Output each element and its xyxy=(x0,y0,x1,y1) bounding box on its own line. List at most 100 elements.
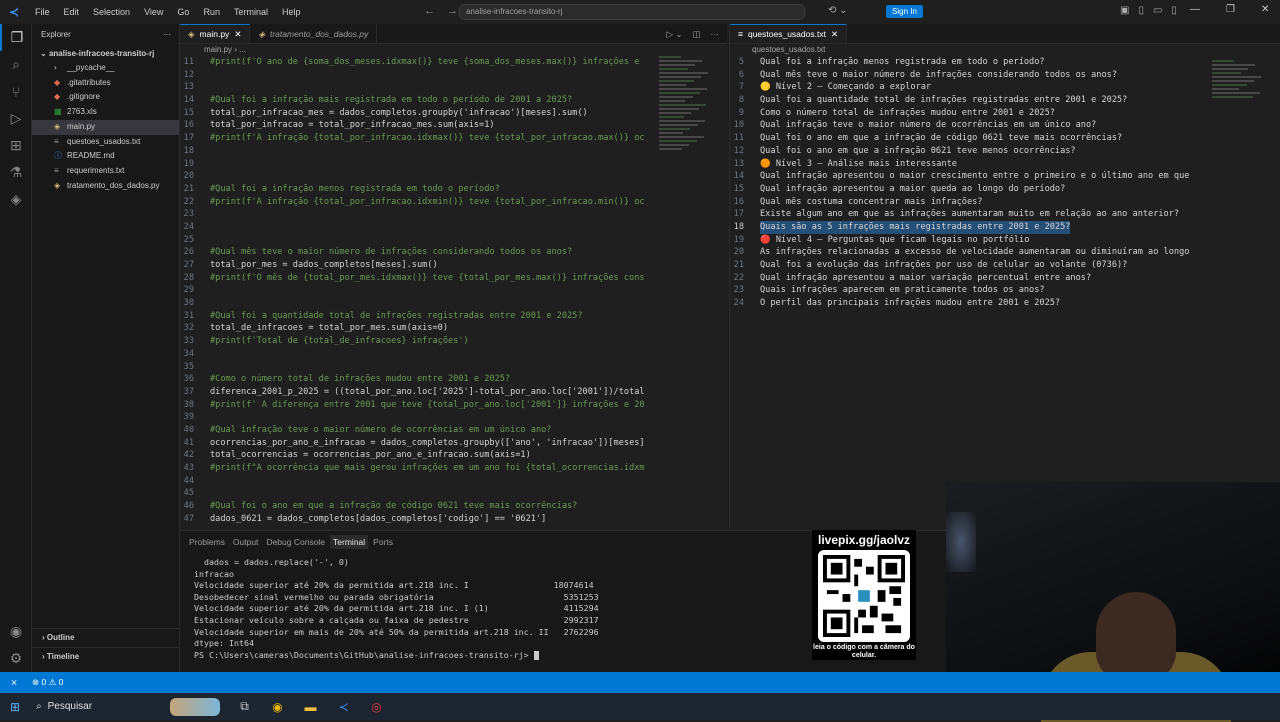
code-line[interactable]: 40 #Qual infração teve o maior número de … xyxy=(180,424,727,437)
text-line[interactable]: 13 🟠 Nível 3 — Análise mais interessante xyxy=(730,158,1280,171)
code-line[interactable]: 42 total_ocorrencias = ocorrencias_por_an… xyxy=(180,449,727,462)
tab-questoes-usados-txt[interactable]: ≡ questoes_usados.txt ✕ xyxy=(730,24,848,43)
text-line[interactable]: 23 Quais infrações aparecem em praticamen… xyxy=(730,284,1280,297)
text-line[interactable]: 14 Qual infração apresentou o maior cresc… xyxy=(730,170,1280,183)
menu-selection[interactable]: Selection xyxy=(86,0,137,24)
close-tab-icon[interactable]: ✕ xyxy=(234,24,241,44)
explorer-icon[interactable]: ❐ xyxy=(0,24,32,51)
file-item[interactable]: ▦ 2763.xls xyxy=(32,105,179,120)
file-item[interactable]: ◆ .gitattributes xyxy=(32,76,179,91)
text-line[interactable]: 19 🔴 Nível 4 — Perguntas que ficam legais… xyxy=(730,234,1280,247)
file-item[interactable]: › __pycache__ xyxy=(32,61,179,76)
code-line[interactable]: 19 xyxy=(180,158,727,171)
breadcrumb[interactable]: questoes_usados.txt xyxy=(730,44,1280,56)
code-line[interactable]: 45 xyxy=(180,487,727,500)
code-line[interactable]: 25 xyxy=(180,234,727,247)
back-arrow-icon[interactable]: ← xyxy=(424,5,435,17)
code-line[interactable]: 28 #print(f'O mês de {total_por_mes.idxma… xyxy=(180,272,727,285)
menu-view[interactable]: View xyxy=(137,0,170,24)
testing-icon[interactable]: ⚗ xyxy=(0,159,32,186)
code-line[interactable]: 30 xyxy=(180,297,727,310)
code-line[interactable]: 37 diferenca_2001_p_2025 = ((total_por_an… xyxy=(180,386,727,399)
menu-edit[interactable]: Edit xyxy=(57,0,87,24)
text-line[interactable]: 18 Quais são as 5 infrações mais registra… xyxy=(730,220,1280,234)
sign-in-button[interactable]: Sign In xyxy=(886,5,923,18)
text-line[interactable]: 7 🟡 Nível 2 — Começando a explorar xyxy=(730,81,1280,94)
code-line[interactable]: 47 dados_0621 = dados_completos[dados_com… xyxy=(180,513,727,526)
text-line[interactable]: 17 Existe algum ano em que as infrações a… xyxy=(730,208,1280,221)
file-item[interactable]: ◆ .gitignore xyxy=(32,90,179,105)
code-line[interactable]: 44 xyxy=(180,475,727,488)
tab-terminal[interactable]: Terminal xyxy=(330,535,369,549)
code-line[interactable]: 32 total_de_infracoes = total_por_mes.sum… xyxy=(180,322,727,335)
copilot-icon[interactable]: ⟲ ⌄ xyxy=(828,5,848,16)
file-item[interactable]: ◈ tratamento_dos_dados.py xyxy=(32,179,179,194)
text-line[interactable]: 9 Como o número total de infrações mudou … xyxy=(730,107,1280,120)
search-icon[interactable]: ⌕ xyxy=(0,51,32,78)
file-item[interactable]: ≡ questoes_usados.txt xyxy=(32,135,179,150)
code-line[interactable]: 31 #Qual foi a quantidade total de infraç… xyxy=(180,310,727,323)
toggle-secondary-sidebar-icon[interactable]: ▯ xyxy=(1171,5,1177,16)
vscode-taskbar-icon[interactable]: ≺ xyxy=(327,700,360,714)
file-item[interactable]: ≡ requeriments.txt xyxy=(32,164,179,179)
file-explorer-icon[interactable]: ▬ xyxy=(294,700,327,714)
breadcrumb[interactable]: main.py › ... xyxy=(180,44,727,56)
minimize-icon[interactable]: — xyxy=(1190,4,1200,15)
command-center-search[interactable]: analise-infracoes-transito-rj xyxy=(459,4,805,20)
remote-indicator-icon[interactable]: ⨯ xyxy=(0,672,28,693)
text-line[interactable]: 21 Qual foi a evolução das infrações por … xyxy=(730,259,1280,272)
minimap[interactable] xyxy=(1212,60,1268,180)
weather-widget[interactable] xyxy=(170,697,220,716)
text-line[interactable]: 8 Qual foi a quantidade total de infraçõe… xyxy=(730,94,1280,107)
tab-ports[interactable]: Ports xyxy=(370,535,396,549)
code-line[interactable]: 39 xyxy=(180,411,727,424)
code-line[interactable]: 18 xyxy=(180,145,727,158)
customize-layout-icon[interactable]: ▣ xyxy=(1120,5,1129,16)
text-line[interactable]: 16 Qual mês costuma concentrar mais infra… xyxy=(730,196,1280,209)
run-python-icon[interactable]: ▷ ⌄ xyxy=(666,24,682,44)
menu-terminal[interactable]: Terminal xyxy=(227,0,275,24)
tab-problems[interactable]: Problems xyxy=(186,535,228,549)
more-actions-icon[interactable]: ··· xyxy=(711,24,720,44)
python-icon[interactable]: ◈ xyxy=(0,186,32,213)
text-line[interactable]: 22 Qual infração apresentou a maior varia… xyxy=(730,272,1280,285)
code-line[interactable]: 41 ocorrencias_por_ano_e_infracao = dados… xyxy=(180,437,727,450)
more-actions-icon[interactable]: ··· xyxy=(163,24,171,46)
task-view-icon[interactable]: ⧉ xyxy=(228,699,261,714)
code-line[interactable]: 22 #print(f'A infração {total_por_infraca… xyxy=(180,196,727,209)
outline-section[interactable]: › Outline xyxy=(32,628,180,646)
timeline-section[interactable]: › Timeline xyxy=(32,647,180,665)
run-debug-icon[interactable]: ▷ xyxy=(0,105,32,132)
code-line[interactable]: 13 xyxy=(180,81,727,94)
obs-icon[interactable]: ◎ xyxy=(360,700,393,714)
problems-status[interactable]: ⊗ 0 ⚠ 0 xyxy=(32,677,63,688)
text-area[interactable]: 5 Qual foi a infração menos registrada em… xyxy=(730,56,1280,528)
code-line[interactable]: 12 xyxy=(180,69,727,82)
code-area[interactable]: 11 #print(f'O ano de {soma_dos_meses.idxm… xyxy=(180,56,727,528)
close-icon[interactable]: ✕ xyxy=(1261,4,1269,15)
file-item[interactable]: ◈ main.py xyxy=(32,119,179,135)
forward-arrow-icon[interactable]: → xyxy=(447,5,458,17)
restore-icon[interactable]: ❐ xyxy=(1226,4,1235,15)
taskbar-search[interactable]: ⌕ Pesquisar xyxy=(30,697,170,717)
code-line[interactable]: 43 #print(f"A ocorrência que mais gerou i… xyxy=(180,462,727,475)
code-line[interactable]: 46 #Qual foi o ano em que a infração de c… xyxy=(180,500,727,513)
tab-tratamento-dos-dados-py[interactable]: ◈ tratamento_dos_dados.py xyxy=(250,24,378,43)
tab-main-py[interactable]: ◈ main.py ✕ xyxy=(180,24,251,44)
source-control-icon[interactable]: ⑂ xyxy=(0,78,32,105)
text-line[interactable]: 24 O perfil das principais infrações mudo… xyxy=(730,297,1280,310)
code-line[interactable]: 36 #Como o número total de infrações mudo… xyxy=(180,373,727,386)
menu-help[interactable]: Help xyxy=(275,0,308,24)
code-line[interactable]: 33 #print(f'Total de {total_de_infracoes}… xyxy=(180,335,727,348)
code-line[interactable]: 27 total_por_mes = dados_completos[meses]… xyxy=(180,259,727,272)
project-folder[interactable]: ⌄ analise-infracoes-transito-rj xyxy=(32,46,179,61)
menu-file[interactable]: File xyxy=(28,0,57,24)
minimap[interactable] xyxy=(659,56,715,176)
code-line[interactable]: 16 total_por_infracao = total_por_infraca… xyxy=(180,119,727,132)
code-line[interactable]: 23 xyxy=(180,208,727,221)
code-line[interactable]: 24 xyxy=(180,221,727,234)
toggle-sidebar-icon[interactable]: ▯ xyxy=(1138,5,1144,16)
code-line[interactable]: 15 total_por_infracao_mes = dados_complet… xyxy=(180,107,727,120)
code-line[interactable]: 17 #print(f'A infração {total_por_infraca… xyxy=(180,132,727,145)
chrome-icon[interactable]: ◉ xyxy=(261,700,294,714)
